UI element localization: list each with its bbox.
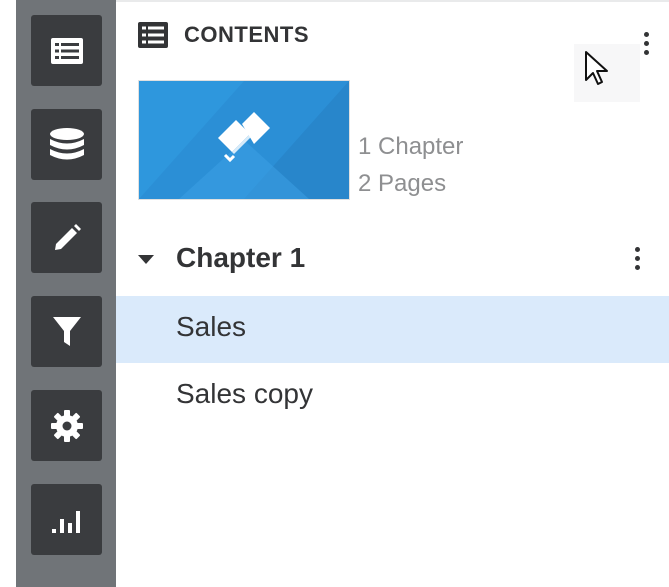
app-root: CONTENTS 1 Chapter 2 Pages Chapter 1 Sal… <box>0 0 669 587</box>
analytics-button[interactable] <box>31 484 102 555</box>
gear-icon <box>50 409 83 442</box>
expand-caret-icon[interactable] <box>138 255 154 264</box>
edit-button[interactable] <box>31 202 102 273</box>
book-icon <box>139 81 349 199</box>
filter-button[interactable] <box>31 296 102 367</box>
book-stats: 1 Chapter 2 Pages <box>358 128 463 202</box>
book-thumbnail[interactable] <box>138 80 350 200</box>
left-toolbar <box>0 0 116 587</box>
chapter-row[interactable]: Chapter 1 <box>116 232 669 284</box>
page-label: Sales copy <box>176 378 313 409</box>
hover-area <box>574 44 640 102</box>
data-button[interactable] <box>31 109 102 180</box>
page-label: Sales <box>176 311 247 342</box>
bar-chart-icon <box>51 510 80 533</box>
contents-button[interactable] <box>31 15 102 86</box>
panel-header: CONTENTS <box>138 22 309 48</box>
pencil-icon <box>54 223 81 250</box>
page-item-sales[interactable]: Sales <box>116 296 669 363</box>
page-item-sales-copy[interactable]: Sales copy <box>116 363 669 430</box>
settings-button[interactable] <box>31 390 102 461</box>
mouse-cursor-icon <box>585 51 608 85</box>
page-count: 2 Pages <box>358 170 447 197</box>
database-icon <box>49 127 84 159</box>
filter-icon <box>52 316 81 346</box>
panel-title: CONTENTS <box>184 22 309 47</box>
contents-panel: CONTENTS 1 Chapter 2 Pages Chapter 1 Sal… <box>116 0 669 587</box>
chapter-title: Chapter 1 <box>176 242 306 273</box>
panel-menu-button[interactable] <box>641 28 651 58</box>
contents-list-icon <box>50 37 83 64</box>
contents-list-icon <box>138 22 168 48</box>
chapter-menu-button[interactable] <box>632 243 642 273</box>
chapter-count: 1 Chapter <box>358 133 464 160</box>
